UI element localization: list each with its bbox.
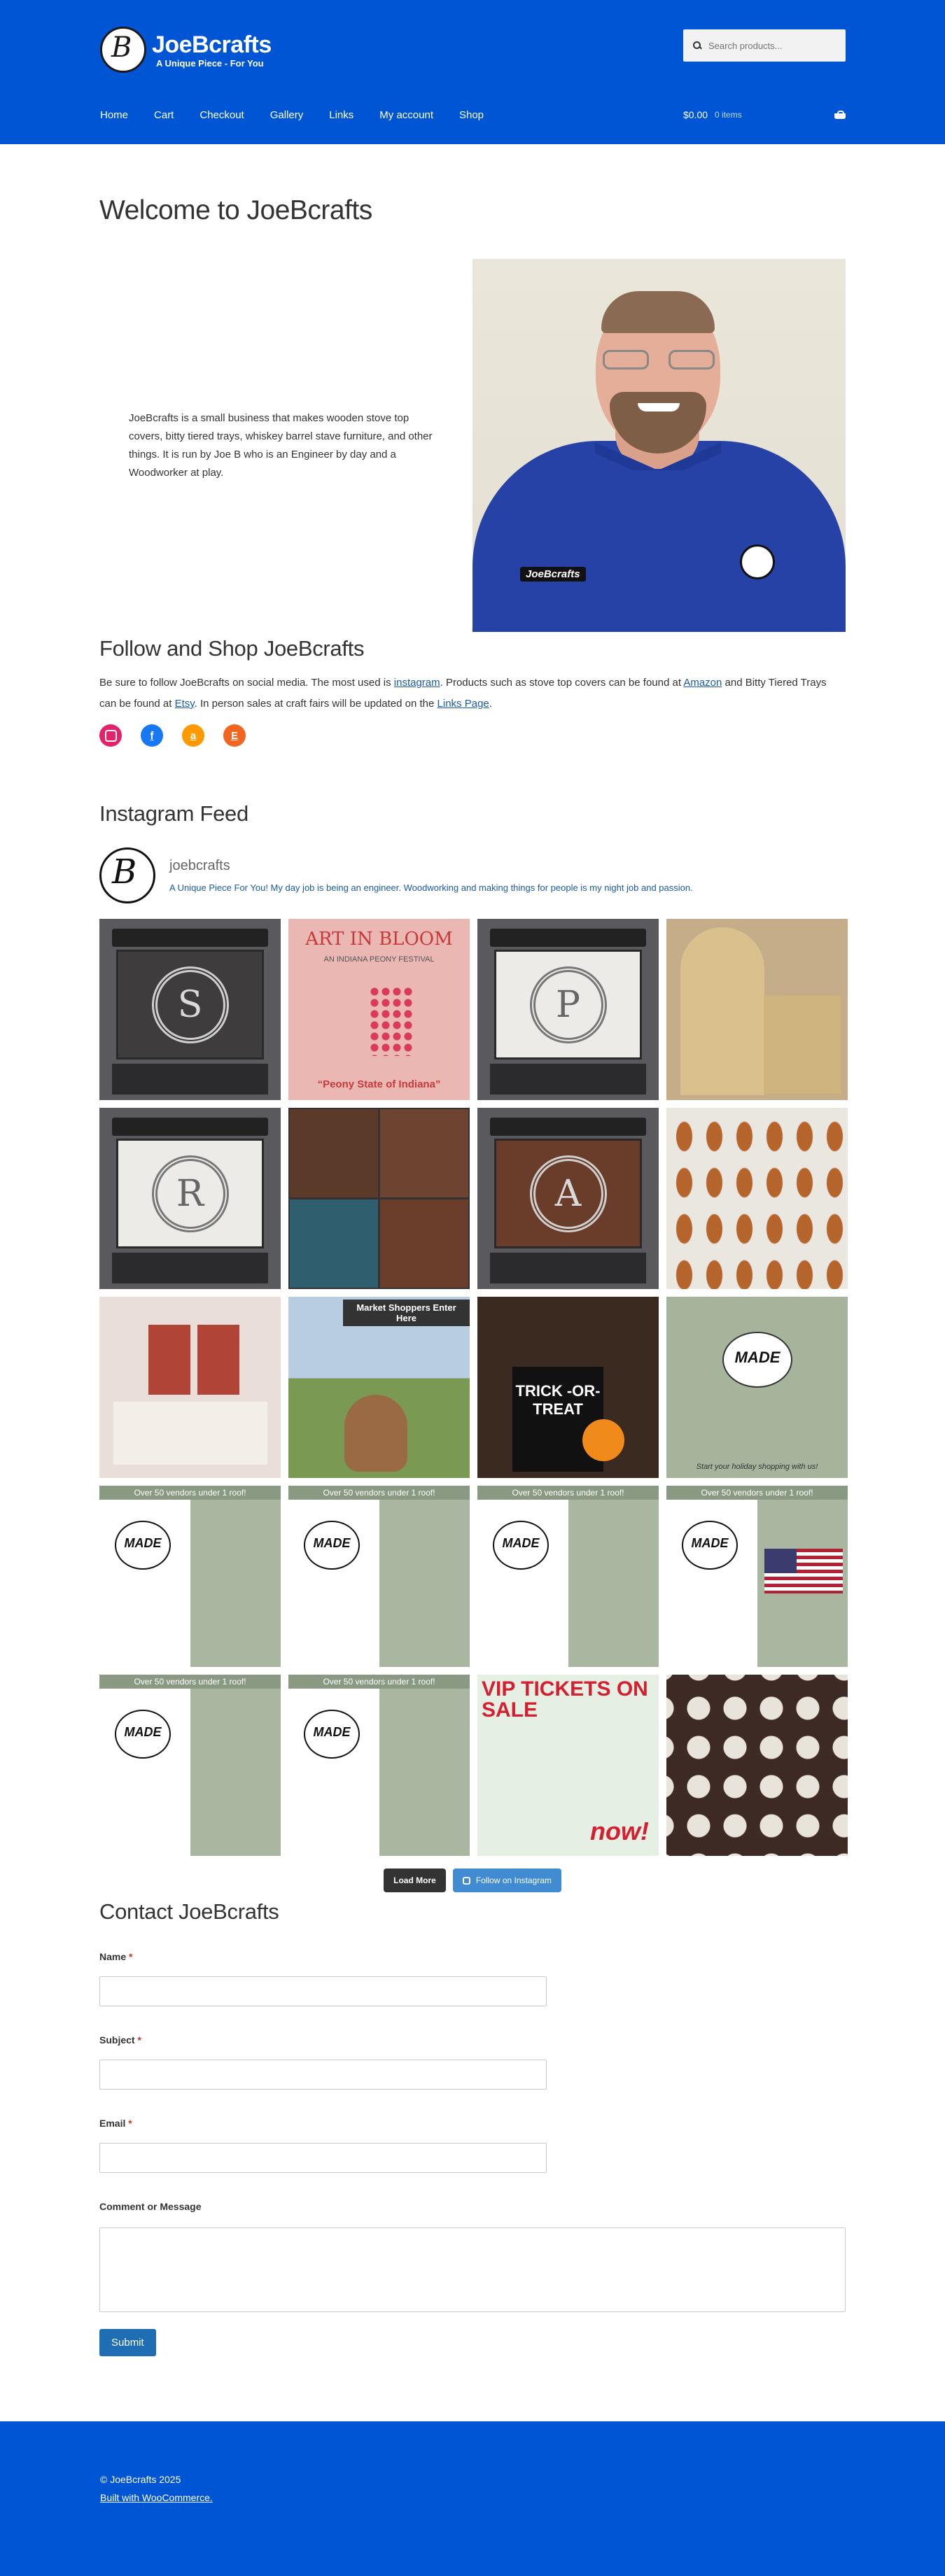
site-header: B JoeBcrafts A Unique Piece - For You Ho… (0, 0, 945, 144)
amazon-link[interactable]: Amazon (683, 677, 722, 689)
cart-amount: $0.00 (683, 109, 708, 120)
instagram-post[interactable]: P (477, 919, 659, 1100)
instagram-post[interactable]: S (99, 919, 281, 1100)
nav-home[interactable]: Home (100, 109, 128, 121)
site-logo[interactable]: B (100, 27, 146, 73)
load-more-button[interactable]: Load More (384, 1868, 446, 1892)
intro-text-column: JoeBcrafts is a small business that make… (99, 259, 472, 632)
intro-paragraph: JoeBcrafts is a small business that make… (129, 411, 433, 479)
email-field[interactable] (99, 2143, 547, 2173)
instagram-post[interactable]: Over 50 vendors under 1 roof! MADE (99, 1675, 281, 1856)
instagram-post[interactable]: VIP TICKETS ON SALE now! (477, 1675, 659, 1856)
nav-gallery[interactable]: Gallery (270, 109, 304, 121)
instagram-post[interactable] (99, 1297, 281, 1478)
instagram-post[interactable]: ART IN BLOOM AN INDIANA PEONY FESTIVAL “… (288, 919, 470, 1100)
shirt-badge: JoeBcrafts (520, 567, 586, 582)
instagram-post[interactable] (288, 1108, 470, 1289)
brand-text: JoeBcrafts A Unique Piece - For You (152, 31, 272, 69)
links-page-link[interactable]: Links Page (438, 698, 489, 710)
email-field-group: Email * (99, 2118, 846, 2173)
instagram-meta: joebcrafts A Unique Piece For You! My da… (169, 858, 693, 893)
instagram-avatar[interactable]: B (99, 847, 155, 903)
photo-shirt (472, 441, 846, 632)
footer-woocommerce-link[interactable]: Built with WooCommerce. (100, 2492, 213, 2503)
main-content: Welcome to JoeBcrafts JoeBcrafts is a sm… (0, 195, 945, 2356)
follow-section: Follow and Shop JoeBcrafts Be sure to fo… (99, 636, 846, 747)
instagram-post[interactable]: Over 50 vendors under 1 roof! MADE (477, 1486, 659, 1667)
amazon-icon[interactable]: a (182, 724, 204, 747)
basket-icon (834, 111, 846, 119)
site-tagline: A Unique Piece - For You (156, 57, 264, 69)
instagram-post[interactable]: Over 50 vendors under 1 roof! MADE (99, 1486, 281, 1667)
name-field-group: Name * (99, 1951, 846, 2006)
instagram-icon (462, 1876, 470, 1885)
shirt-logo (740, 544, 775, 579)
social-icons: f a E (99, 724, 846, 747)
photo-glasses (603, 350, 715, 371)
instagram-post[interactable] (666, 919, 848, 1100)
nav-my-account[interactable]: My account (379, 109, 433, 121)
email-label: Email * (99, 2118, 132, 2129)
logo-letter: B (111, 31, 132, 64)
follow-title: Follow and Shop JoeBcrafts (99, 636, 365, 661)
instagram-icon[interactable] (99, 724, 122, 747)
instagram-grid: S ART IN BLOOM AN INDIANA PEONY FESTIVAL… (99, 919, 848, 1856)
name-field[interactable] (99, 1976, 547, 2006)
instagram-post[interactable] (666, 1675, 848, 1856)
subject-label: Subject * (99, 2034, 141, 2046)
message-field-group: Comment or Message (99, 2201, 846, 2312)
etsy-link[interactable]: Etsy (175, 698, 195, 710)
follow-instagram-label: Follow on Instagram (475, 1875, 552, 1885)
site-branding[interactable]: B JoeBcrafts A Unique Piece - For You (100, 27, 272, 73)
search-icon (693, 41, 701, 50)
instagram-post[interactable]: Market Shoppers Enter Here (288, 1297, 470, 1478)
instagram-post[interactable]: A (477, 1108, 659, 1289)
nav-cart[interactable]: Cart (154, 109, 174, 121)
nav-checkout[interactable]: Checkout (200, 109, 244, 121)
subject-field-group: Subject * (99, 2034, 846, 2090)
contact-title: Contact JoeBcrafts (99, 1899, 279, 1924)
name-label: Name * (99, 1951, 133, 1962)
primary-navigation: Home Cart Checkout Gallery Links My acco… (100, 109, 510, 121)
instagram-bio: A Unique Piece For You! My day job is be… (169, 882, 693, 893)
message-label: Comment or Message (99, 2201, 202, 2212)
nav-shop[interactable]: Shop (459, 109, 484, 121)
search-input[interactable] (708, 40, 834, 51)
photo-hair (601, 291, 715, 333)
facebook-icon[interactable]: f (141, 724, 163, 747)
header-cart[interactable]: $0.00 0 items (683, 109, 846, 120)
follow-instagram-button[interactable]: Follow on Instagram (452, 1868, 561, 1892)
instagram-post[interactable] (666, 1108, 848, 1289)
instagram-post[interactable]: Over 50 vendors under 1 roof! MADE (288, 1675, 470, 1856)
instagram-post[interactable]: Over 50 vendors under 1 roof! MADE (288, 1486, 470, 1667)
product-search[interactable] (683, 29, 846, 62)
message-field[interactable] (99, 2227, 846, 2312)
contact-form: Contact JoeBcrafts Name * Subject * Emai… (99, 1899, 846, 2356)
etsy-icon[interactable]: E (223, 724, 246, 747)
submit-button[interactable]: Submit (99, 2329, 156, 2356)
intro-section: JoeBcrafts is a small business that make… (99, 259, 846, 632)
instagram-post[interactable]: MADE Start your holiday shopping with us! (666, 1297, 848, 1478)
instagram-username[interactable]: joebcrafts (169, 858, 693, 874)
instagram-post[interactable]: R (99, 1108, 281, 1289)
instagram-feed-title: Instagram Feed (99, 801, 248, 826)
nav-links[interactable]: Links (329, 109, 354, 121)
follow-paragraph: Be sure to follow JoeBcrafts on social m… (99, 677, 827, 710)
site-title[interactable]: JoeBcrafts (152, 31, 272, 58)
footer-copyright: © JoeBcrafts 2025 (100, 2474, 181, 2485)
photo-mouth (638, 403, 680, 411)
page-title: Welcome to JoeBcrafts (99, 195, 372, 225)
owner-photo: JoeBcrafts (472, 259, 846, 632)
instagram-feed: Instagram Feed B joebcrafts A Unique Pie… (99, 801, 848, 1892)
subject-field[interactable] (99, 2060, 547, 2090)
instagram-post[interactable]: Over 50 vendors under 1 roof! MADE (666, 1486, 848, 1667)
instagram-link[interactable]: instagram (394, 677, 440, 689)
instagram-header[interactable]: B joebcrafts A Unique Piece For You! My … (99, 847, 846, 903)
instagram-post[interactable]: TRICK -OR- TREAT (477, 1297, 659, 1478)
instagram-actions: Load More Follow on Instagram (99, 1868, 846, 1892)
cart-count: 0 items (715, 110, 742, 120)
site-footer: © JoeBcrafts 2025 Built with WooCommerce… (0, 2421, 945, 2576)
